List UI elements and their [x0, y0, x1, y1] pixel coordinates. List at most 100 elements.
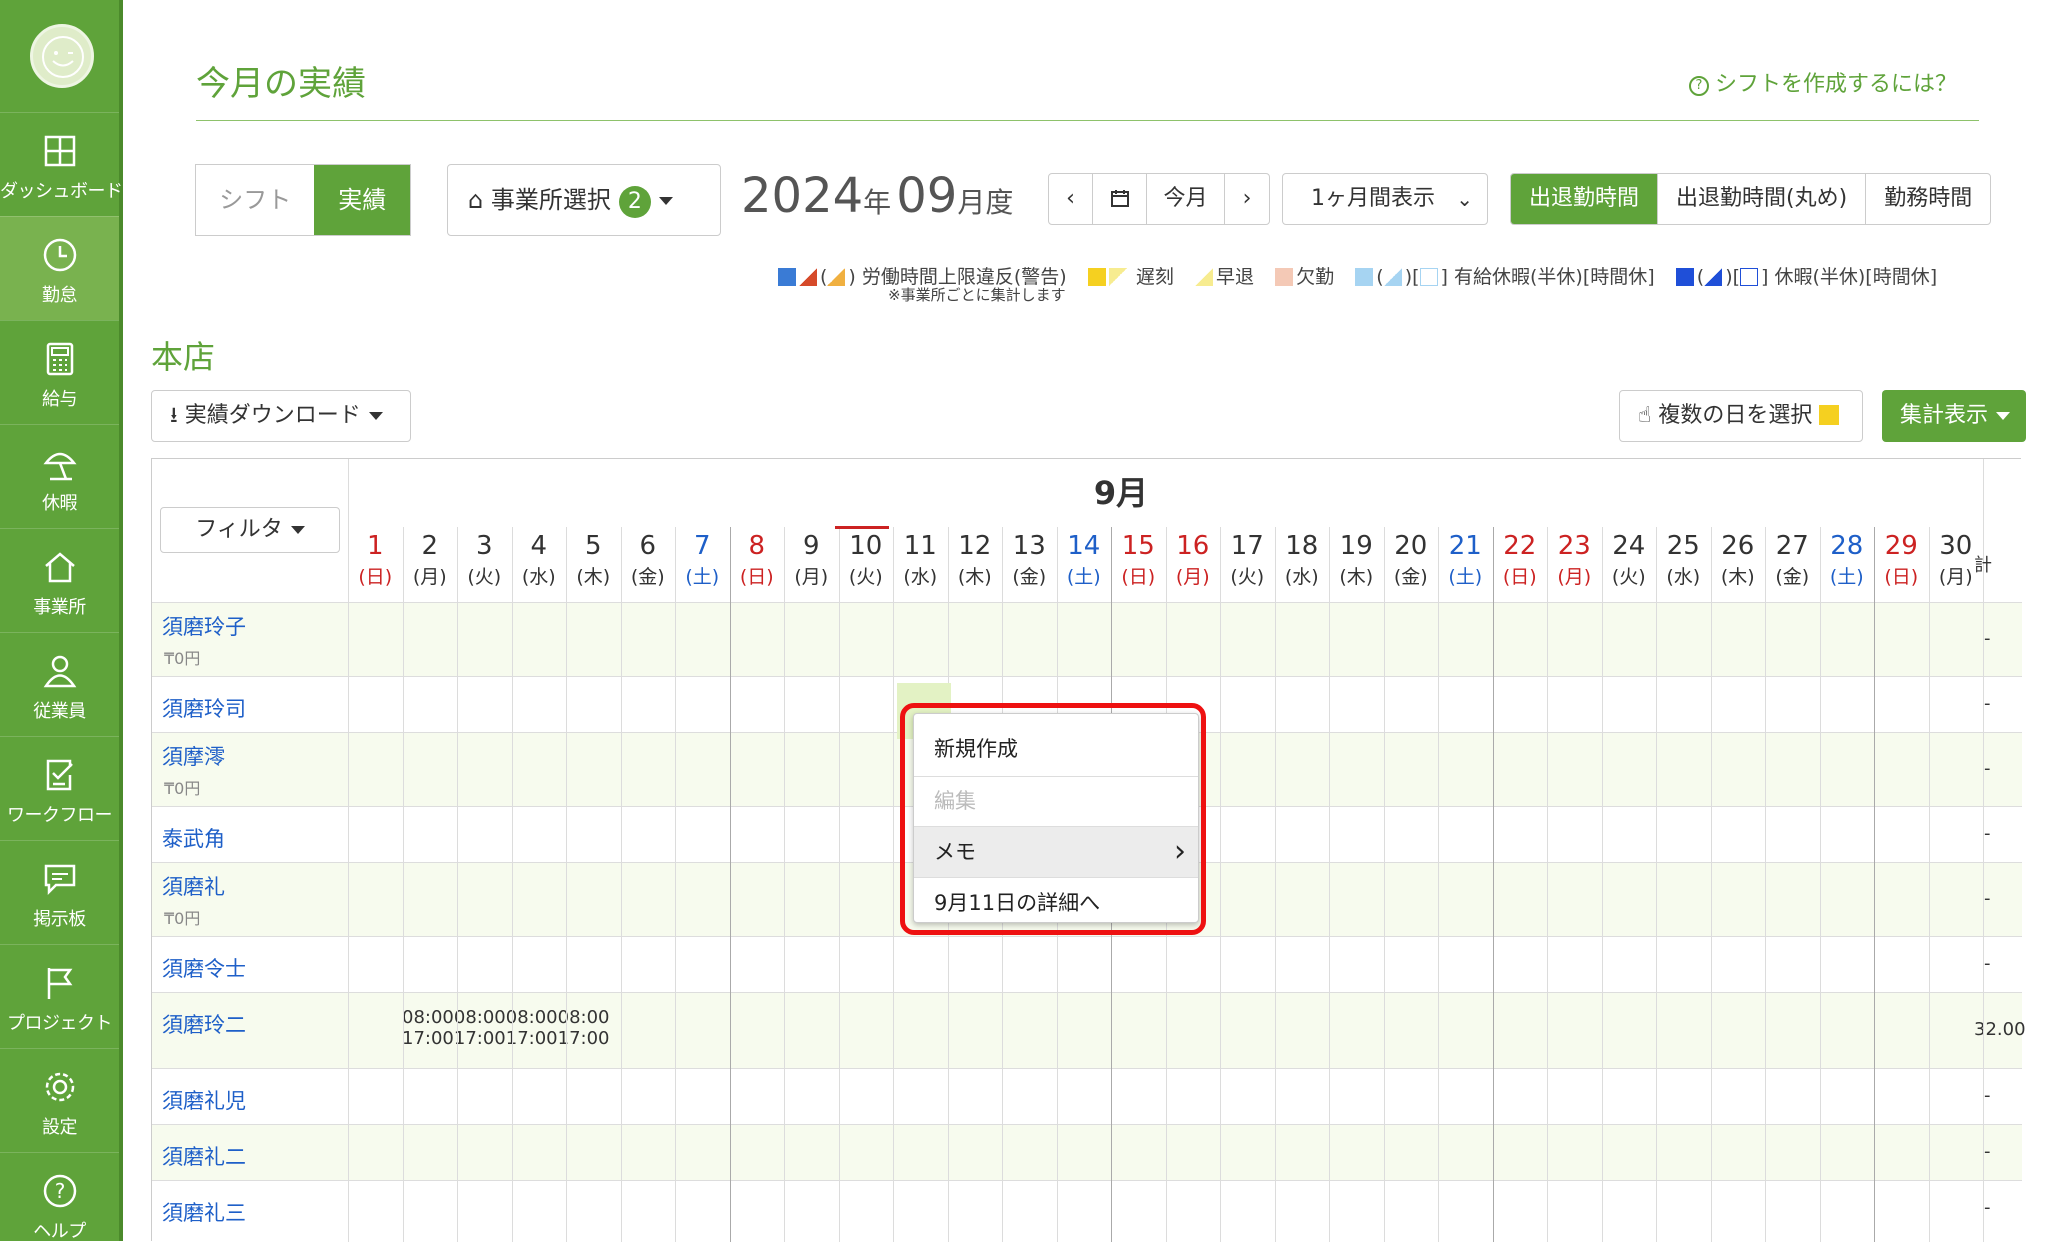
star-yellow-icon [1087, 268, 1106, 286]
next-month-button[interactable]: › [1225, 174, 1269, 224]
shift-times[interactable]: 08:0008:0008:0008:00 17:0017:0017:0017:00 [402, 1007, 610, 1049]
day-column-header[interactable]: 15 (日) [1111, 529, 1166, 603]
day-column-header[interactable]: 7 (土) [675, 529, 730, 603]
help-link[interactable]: ? シフトを作成するには？ [1689, 66, 1957, 98]
sidebar-item-project[interactable]: プロジェクト [0, 944, 119, 1048]
day-column-header[interactable]: 2 (月) [403, 529, 458, 603]
day-weekday: (木) [1720, 566, 1755, 588]
filter-button[interactable]: フィルタ [160, 507, 340, 553]
day-number: 26 [1721, 531, 1755, 561]
day-column-header[interactable]: 4 (水) [512, 529, 567, 603]
employee-name[interactable]: 須磨令士 [162, 953, 246, 983]
sidebar-item-attendance[interactable]: 勤怠 [0, 216, 119, 320]
mode-clock-times[interactable]: 出退勤時間 [1511, 174, 1659, 224]
tab-actual[interactable]: 実績 [314, 165, 410, 235]
summary-button[interactable]: 集計表示 [1882, 390, 2026, 442]
day-column-header[interactable]: 21 (土) [1438, 529, 1493, 603]
help-link-label: シフトを作成するには？ [1715, 72, 1958, 97]
day-number: 29 [1884, 531, 1918, 561]
day-column-header[interactable]: 16 (月) [1166, 529, 1221, 603]
sidebar-item-label: 給与 [42, 389, 78, 410]
sidebar-item-help[interactable]: ? ヘルプ [0, 1152, 119, 1256]
day-weekday: (金) [1393, 566, 1428, 588]
this-month-button[interactable]: 今月 [1147, 174, 1225, 224]
day-column-header[interactable]: 19 (木) [1329, 529, 1384, 603]
employee-name[interactable]: 須摩澪 [162, 741, 225, 771]
day-column-header[interactable]: 27 (金) [1765, 529, 1820, 603]
sidebar-item-payroll[interactable]: 給与 [0, 320, 119, 424]
prev-month-button[interactable]: ‹ [1049, 174, 1093, 224]
day-column-header[interactable]: 23 (月) [1547, 529, 1602, 603]
employee-name[interactable]: 須磨玲子 [162, 611, 246, 641]
day-column-header[interactable]: 3 (火) [457, 529, 512, 603]
employee-name[interactable]: 須磨玲司 [162, 693, 246, 723]
calendar-button[interactable] [1093, 174, 1147, 224]
day-column-header[interactable]: 13 (金) [1002, 529, 1057, 603]
employee-name[interactable]: 須磨礼二 [162, 1141, 246, 1171]
mode-clock-times-rounded[interactable]: 出退勤時間(丸め) [1658, 174, 1867, 224]
tab-shift[interactable]: シフト [196, 165, 314, 235]
period-select[interactable]: 1ヶ月間表示 ⌄ [1282, 173, 1488, 225]
sidebar-item-workflow[interactable]: ワークフロー [0, 736, 119, 840]
day-column-header[interactable]: 1 (日) [348, 529, 403, 603]
sidebar-item-bulletin[interactable]: 掲示板 [0, 840, 119, 944]
day-number: 14 [1067, 531, 1101, 561]
sidebar-item-leave[interactable]: 休暇 [0, 424, 119, 528]
employee-name[interactable]: 須磨玲二 [162, 1009, 246, 1039]
star-yellow-icon [1819, 405, 1840, 425]
day-number: 2 [421, 531, 439, 561]
day-column-header[interactable]: 22 (日) [1493, 529, 1548, 603]
clock-in-times: 08:0008:0008:0008:00 [402, 1007, 610, 1028]
year-value: 2024 [741, 168, 864, 224]
sidebar-item-employees[interactable]: 従業員 [0, 632, 119, 736]
day-weekday: (水) [1666, 566, 1701, 588]
day-column-header[interactable]: 17 (火) [1220, 529, 1275, 603]
absence-swatch [1275, 268, 1294, 286]
day-weekday: (日) [1121, 566, 1156, 588]
download-button[interactable]: ⭳ 実績ダウンロード [151, 390, 411, 442]
avatar[interactable] [30, 24, 94, 88]
clock-out-times: 17:0017:0017:0017:00 [402, 1028, 610, 1049]
employee-name[interactable]: 須磨礼三 [162, 1197, 246, 1227]
grid-line [1874, 527, 1875, 1242]
day-column-header[interactable]: 26 (木) [1711, 529, 1766, 603]
sidebar-item-dashboard[interactable]: ダッシュボード [0, 112, 123, 216]
checklist-icon [46, 759, 73, 791]
dashboard-icon [44, 135, 76, 167]
day-column-header[interactable]: 29 (日) [1874, 529, 1929, 603]
day-column-header[interactable]: 9 (月) [784, 529, 839, 603]
employee-salary: ₸0円 [164, 779, 201, 798]
sidebar-item-settings[interactable]: 設定 [0, 1048, 119, 1152]
day-column-header[interactable]: 25 (水) [1656, 529, 1711, 603]
help-icon: ? [43, 1174, 77, 1208]
day-weekday: (木) [1339, 566, 1374, 588]
sidebar: ダッシュボード 勤怠 給与 休暇 事業所 従業員 ワークフロー 掲示板 プロジェ… [0, 0, 123, 1242]
day-column-header[interactable]: 11 (水) [893, 529, 948, 603]
mode-work-hours[interactable]: 勤務時間 [1866, 174, 1990, 224]
day-weekday: (日) [739, 566, 774, 588]
employee-name[interactable]: 須磨礼児 [162, 1085, 246, 1115]
total-column-header: 計 [1974, 555, 1992, 576]
day-column-header[interactable]: 6 (金) [621, 529, 676, 603]
today-marker [835, 526, 889, 529]
day-column-header[interactable]: 20 (金) [1384, 529, 1439, 603]
day-number: 24 [1612, 531, 1646, 561]
day-column-header[interactable]: 18 (水) [1275, 529, 1330, 603]
period-select-value: 1ヶ月間表示 [1311, 186, 1435, 211]
paid-half-swatch [1383, 268, 1402, 286]
day-column-header[interactable]: 10 (火) [839, 529, 894, 603]
day-column-header[interactable]: 8 (日) [730, 529, 785, 603]
sidebar-item-office[interactable]: 事業所 [0, 528, 119, 632]
day-column-header[interactable]: 28 (土) [1820, 529, 1875, 603]
period-display: 2024年 09月度 [741, 168, 1013, 224]
day-column-header[interactable]: 5 (木) [566, 529, 621, 603]
day-column-header[interactable]: 12 (木) [948, 529, 1003, 603]
employee-name[interactable]: 須磨礼 [162, 871, 225, 901]
multi-day-select-button[interactable]: ☝ 複数の日を選択 [1619, 390, 1863, 442]
office-select-button[interactable]: ⌂ 事業所選択 2 [447, 164, 721, 236]
day-column-header[interactable]: 24 (火) [1602, 529, 1657, 603]
employee-name[interactable]: 泰武角 [162, 823, 225, 853]
sidebar-item-label: 事業所 [33, 597, 86, 618]
star-blue-icon [778, 268, 796, 286]
day-column-header[interactable]: 14 (土) [1057, 529, 1112, 603]
